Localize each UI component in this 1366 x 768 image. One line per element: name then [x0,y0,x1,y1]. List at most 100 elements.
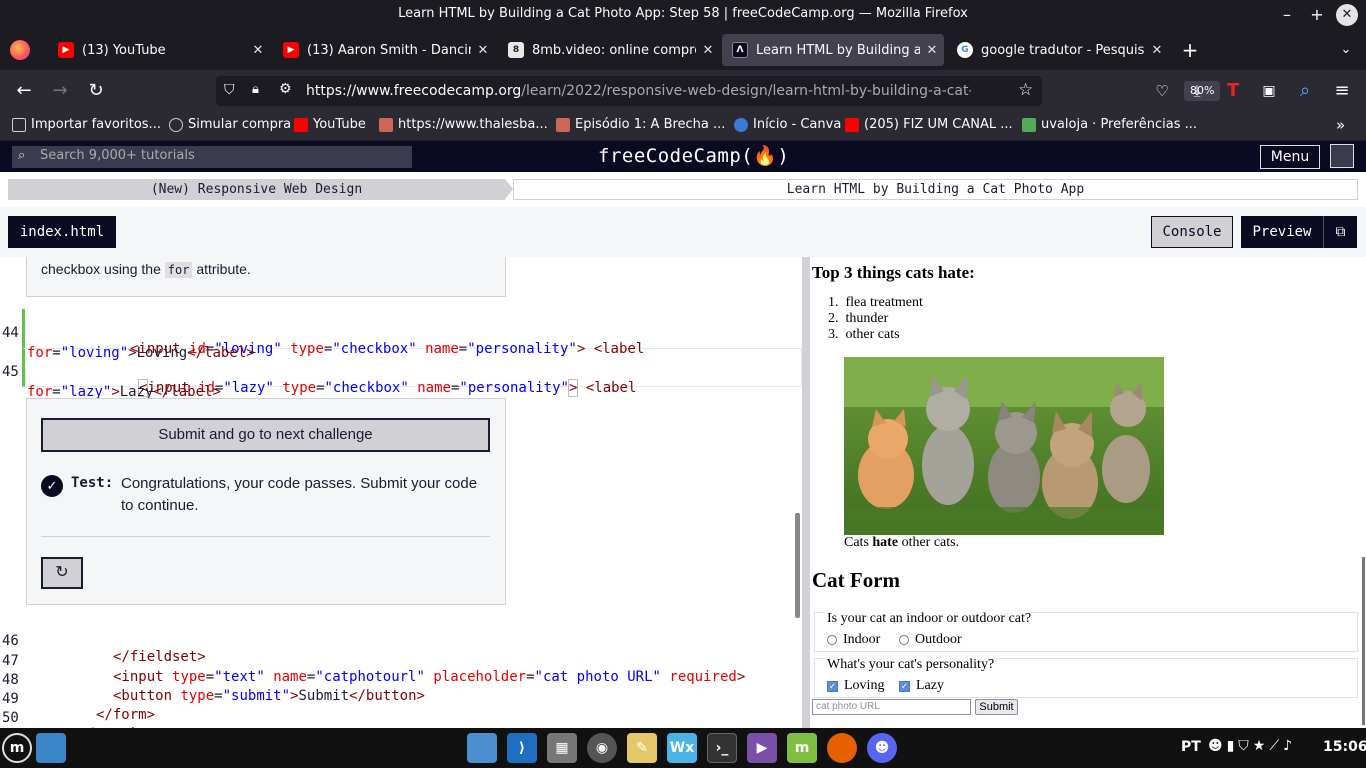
bookmark-episodio[interactable]: Episódio 1: A Brecha ... [556,117,725,132]
code-line-wrap[interactable]: for="loving">Loving</label> [0,329,802,361]
code-line[interactable]: 51 </main> [0,713,802,728]
lock-icon[interactable]: 🔒︎ [252,82,259,97]
downloads-icon[interactable]: ⤓ [1183,78,1211,104]
bookmark-star-icon[interactable]: ☆ [1018,80,1033,100]
new-tab-icon[interactable]: + [1178,38,1202,62]
site-icon [379,117,393,132]
breadcrumb: (New) Responsive Web Design Learn HTML b… [0,172,1366,207]
search-input[interactable]: ⌕ Search 9,000+ tutorials [12,146,412,168]
calculator-icon[interactable]: ▦ [547,733,577,763]
system-tray-icons[interactable]: ☻▮⛉★⟋♪ [1208,738,1296,754]
checkbox-checked-icon[interactable]: ✓ [899,680,910,692]
code-line[interactable]: 47 <input type="text" name="catphotourl"… [0,637,802,685]
permissions-icon[interactable]: ⚙ [279,81,292,97]
url-text[interactable]: https://www.freecodecamp.org/learn/2022/… [306,83,971,99]
wxmaxima-icon[interactable]: Wx [667,733,697,763]
bookmark-simular-compra[interactable]: Simular compra [169,117,291,132]
tab-close-icon[interactable]: ✕ [246,43,270,58]
preview-button[interactable]: Preview [1241,216,1323,248]
editor-scrollbar[interactable] [795,513,800,618]
search-icon: ⌕ [18,148,26,163]
tab-close-icon[interactable]: ✕ [696,43,720,58]
firefox-icon[interactable] [10,40,30,60]
extension-t-icon[interactable]: T [1219,78,1247,104]
avatar[interactable] [1330,144,1354,168]
close-window-icon[interactable]: ✕ [1336,4,1358,26]
bookmark-youtube[interactable]: YouTube [294,117,366,132]
bookmark-uvaloja[interactable]: uvaloja · Preferências ... [1022,117,1197,132]
menu-hamburger-icon[interactable]: ≡ [1328,78,1356,104]
menu-button[interactable]: Menu [1260,145,1320,169]
tab-close-icon[interactable]: ✕ [1145,43,1169,58]
fcc-navbar: ⌕ Search 9,000+ tutorials freeCodeCamp(🔥… [0,141,1366,172]
vscode-icon[interactable]: ⟩ [507,733,537,763]
video-editor-icon[interactable]: ▶ [747,733,777,763]
reload-icon[interactable]: ↻ [82,78,110,104]
checkbox-checked-icon[interactable]: ✓ [827,680,838,692]
bookmark-thalesba[interactable]: https://www.thalesba... [379,117,548,132]
firefox-icon[interactable] [827,733,857,763]
preview-scrollbar[interactable] [1362,557,1365,725]
console-button[interactable]: Console [1151,216,1233,248]
tab-aaron-smith[interactable]: ▶ (13) Aaron Smith - Dancin (K ✕ [273,34,495,66]
pane-splitter[interactable] [802,257,810,728]
submit-next-challenge-button[interactable]: Submit and go to next challenge [41,418,490,452]
breadcrumb-arrow [505,179,513,199]
extension-image-icon[interactable]: ▣ [1255,78,1283,104]
more-bookmarks-icon[interactable]: » [1336,116,1345,134]
files-icon[interactable] [467,733,497,763]
youtube-icon [845,117,859,132]
tab-close-icon[interactable]: ✕ [471,43,495,58]
camera-icon[interactable]: ◉ [587,733,617,763]
tab-freecodecamp[interactable]: Λ Learn HTML by Building a Ca ✕ [722,34,944,66]
code-editor[interactable]: checkbox using the for attribute. 44 <in… [0,257,802,728]
checkbox-loving[interactable]: ✓ Loving [827,678,884,694]
checkbox-lazy[interactable]: ✓ Lazy [899,678,944,694]
preview-popout-icon[interactable]: ⧉ [1323,216,1357,248]
cat-photo-url-input[interactable]: cat photo URL [812,699,971,715]
code-line[interactable]: 49 </form> [0,675,802,723]
radio-icon[interactable] [827,635,837,645]
maximize-icon[interactable]: + [1306,4,1328,26]
mint-update-icon[interactable]: m [787,733,817,763]
code-line[interactable]: 46 </fieldset> [0,617,802,665]
text-editor-icon[interactable]: ✎ [627,733,657,763]
keyboard-layout[interactable]: PT [1181,739,1201,755]
list-tabs-icon[interactable]: ⌄ [1334,38,1358,62]
tab-index-html[interactable]: index.html [8,216,116,248]
breadcrumb-block[interactable]: Learn HTML by Building a Cat Photo App [513,179,1358,200]
radio-icon[interactable] [899,635,909,645]
show-desktop-icon[interactable] [36,733,66,763]
forward-icon[interactable]: → [46,78,74,104]
mint-menu-icon[interactable]: m [2,733,32,763]
bookmark-canva[interactable]: Início - Canva [734,117,841,132]
bookmark-importar[interactable]: Importar favoritos... [12,117,161,132]
minimize-icon[interactable]: – [1276,4,1298,26]
form-submit-button[interactable]: Submit [975,699,1018,715]
tab-8mb[interactable]: 8 8mb.video: online compress ✕ [498,34,720,66]
code-line[interactable]: 44 <input id="loving" type="checkbox" na… [0,309,802,357]
tab-google-tradutor[interactable]: G google tradutor - Pesquisa G ✕ [947,34,1169,66]
back-icon[interactable]: ← [10,78,38,104]
radio-indoor[interactable]: Indoor [827,632,880,648]
tab-close-icon[interactable]: ✕ [920,43,944,58]
freecodecamp-logo[interactable]: freeCodeCamp(🔥) [598,144,789,167]
tab-youtube[interactable]: ▶ (13) YouTube ✕ [48,34,270,66]
test-panel: Submit and go to next challenge ✓ Test: … [26,398,506,605]
radio-outdoor[interactable]: Outdoor [899,632,962,648]
breadcrumb-superblock[interactable]: (New) Responsive Web Design [8,179,505,200]
code-line-wrap[interactable]: for="lazy">Lazy</label> [0,368,802,400]
terminal-icon[interactable]: ›_ [707,733,737,763]
extension-search-icon[interactable]: ⌕ [1291,78,1319,104]
discord-icon[interactable]: ☻ [867,733,897,763]
code-line[interactable]: 45 <input id="lazy" type="checkbox" name… [0,348,802,397]
url-bar[interactable]: ⛉ 🔒︎ ⚙ https://www.freecodecamp.org/lear… [216,76,1221,106]
code-line[interactable]: 48 <button type="submit">Submit</button> [0,656,802,704]
shield-icon[interactable]: ⛉ [224,82,235,98]
pocket-icon[interactable]: ♡ [1148,78,1176,104]
clock[interactable]: 15:06 [1323,739,1366,755]
freecodecamp-icon: Λ [732,42,748,58]
code-line[interactable]: 50 </section> [0,694,802,728]
bookmark-fiz-um-canal[interactable]: (205) FIZ UM CANAL ... [845,117,1013,132]
reset-button[interactable]: ↻ [41,557,83,589]
